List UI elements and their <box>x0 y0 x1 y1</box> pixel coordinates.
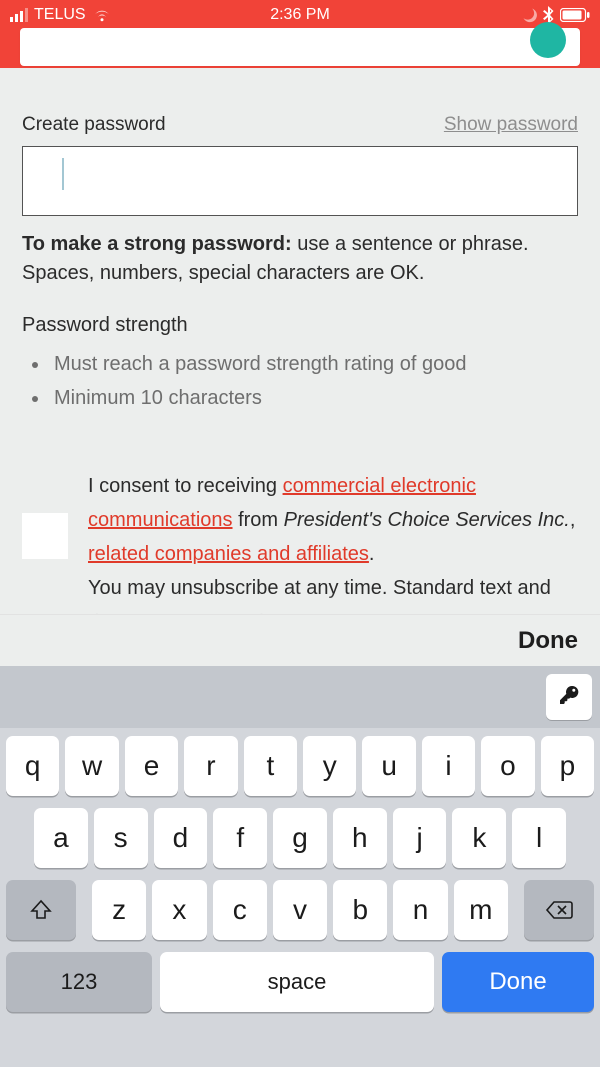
keyboard-row-2: a s d f g h j k l <box>4 808 596 868</box>
key-v[interactable]: v <box>273 880 327 940</box>
keyboard-suggestion-bar <box>0 666 600 728</box>
carrier-label: TELUS <box>34 6 86 24</box>
consent-checkbox[interactable] <box>22 513 68 559</box>
key-d[interactable]: d <box>154 808 208 868</box>
key-icon <box>558 684 580 711</box>
password-requirement: Must reach a password strength rating of… <box>50 347 578 381</box>
key-w[interactable]: w <box>65 736 118 796</box>
shift-key[interactable] <box>6 880 76 940</box>
wifi-icon <box>92 8 112 22</box>
key-f[interactable]: f <box>213 808 267 868</box>
key-h[interactable]: h <box>333 808 387 868</box>
consent-mid3: . <box>369 543 375 565</box>
status-time: 2:36 PM <box>270 6 330 24</box>
consent-company: President's Choice Services Inc. <box>284 509 570 531</box>
content-fade <box>0 594 600 614</box>
key-c[interactable]: c <box>213 880 267 940</box>
status-left: TELUS <box>10 6 270 24</box>
password-tip-bold: To make a strong password: <box>22 233 292 255</box>
key-e[interactable]: e <box>125 736 178 796</box>
keyboard-toolbar-done-button[interactable]: Done <box>518 627 578 655</box>
key-x[interactable]: x <box>152 880 206 940</box>
key-o[interactable]: o <box>481 736 534 796</box>
key-s[interactable]: s <box>94 808 148 868</box>
cellular-signal-icon <box>10 8 28 22</box>
form-content: Create password Show password To make a … <box>0 114 600 639</box>
key-u[interactable]: u <box>362 736 415 796</box>
password-requirements-list: Must reach a password strength rating of… <box>50 347 578 415</box>
key-k[interactable]: k <box>452 808 506 868</box>
key-j[interactable]: j <box>393 808 447 868</box>
numbers-key[interactable]: 123 <box>6 952 152 1012</box>
key-l[interactable]: l <box>512 808 566 868</box>
backspace-key[interactable] <box>524 880 594 940</box>
key-p[interactable]: p <box>541 736 594 796</box>
keyboard-row-4: 123 space Done <box>4 952 596 1012</box>
key-m[interactable]: m <box>454 880 508 940</box>
password-input-wrapper <box>22 136 578 216</box>
status-bar: TELUS 2:36 PM <box>0 0 600 30</box>
password-requirement: Minimum 10 characters <box>50 381 578 415</box>
password-label-row: Create password Show password <box>22 114 578 136</box>
key-a[interactable]: a <box>34 808 88 868</box>
do-not-disturb-icon <box>521 7 537 23</box>
toggle-knob-icon <box>530 22 566 58</box>
keyboard-done-key[interactable]: Done <box>442 952 594 1012</box>
password-autofill-button[interactable] <box>546 674 592 720</box>
keyboard-toolbar: Done <box>0 614 600 666</box>
consent-pre: I consent to receiving <box>88 475 283 497</box>
header-strip <box>0 30 600 68</box>
show-password-link[interactable]: Show password <box>444 114 578 136</box>
key-t[interactable]: t <box>244 736 297 796</box>
consent-mid2: , <box>570 509 576 531</box>
key-q[interactable]: q <box>6 736 59 796</box>
password-input[interactable] <box>22 146 578 216</box>
battery-icon <box>560 8 590 22</box>
space-key[interactable]: space <box>160 952 434 1012</box>
key-i[interactable]: i <box>422 736 475 796</box>
keyboard-row-3: z x c v b n m <box>4 880 596 940</box>
previous-card-peek <box>20 28 580 66</box>
key-y[interactable]: y <box>303 736 356 796</box>
key-z[interactable]: z <box>92 880 146 940</box>
keyboard-row-3-letters: z x c v b n m <box>82 880 518 940</box>
password-tip: To make a strong password: use a sentenc… <box>22 230 578 288</box>
key-b[interactable]: b <box>333 880 387 940</box>
keyboard-row-1: q w e r t y u i o p <box>4 736 596 796</box>
backspace-icon <box>545 900 573 920</box>
related-companies-link[interactable]: related companies and affiliates <box>88 543 369 565</box>
key-n[interactable]: n <box>393 880 447 940</box>
on-screen-keyboard: q w e r t y u i o p a s d f g h j k l z … <box>0 666 600 1067</box>
consent-mid1: from <box>233 509 284 531</box>
shift-icon <box>29 898 53 922</box>
key-g[interactable]: g <box>273 808 327 868</box>
password-strength-heading: Password strength <box>22 314 578 337</box>
password-field-label: Create password <box>22 114 166 136</box>
key-r[interactable]: r <box>184 736 237 796</box>
